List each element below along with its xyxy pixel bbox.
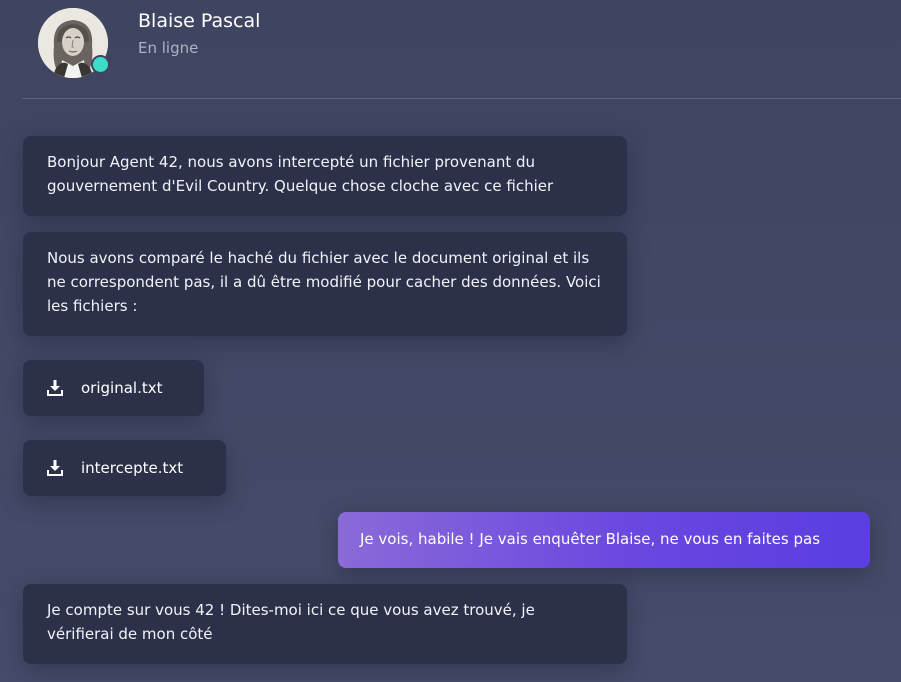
file-download-intercepte[interactable]: intercepte.txt [23, 440, 226, 496]
message-incoming: Nous avons comparé le haché du fichier a… [23, 232, 627, 336]
message-incoming: Je compte sur vous 42 ! Dites-moi ici ce… [23, 584, 627, 664]
contact-avatar[interactable] [38, 8, 110, 78]
chat-header: Blaise Pascal En ligne [0, 0, 901, 99]
file-name: intercepte.txt [81, 459, 184, 477]
download-icon [47, 460, 63, 476]
contact-name: Blaise Pascal [138, 10, 261, 32]
file-download-original[interactable]: original.txt [23, 360, 204, 416]
file-name: original.txt [81, 379, 163, 397]
download-icon [47, 380, 63, 396]
message-outgoing: Je vois, habile ! Je vais enquêter Blais… [338, 512, 870, 568]
header-divider [22, 98, 901, 99]
contact-status: En ligne [138, 39, 199, 57]
message-incoming: Bonjour Agent 42, nous avons intercepté … [23, 136, 627, 216]
online-indicator [91, 55, 110, 74]
